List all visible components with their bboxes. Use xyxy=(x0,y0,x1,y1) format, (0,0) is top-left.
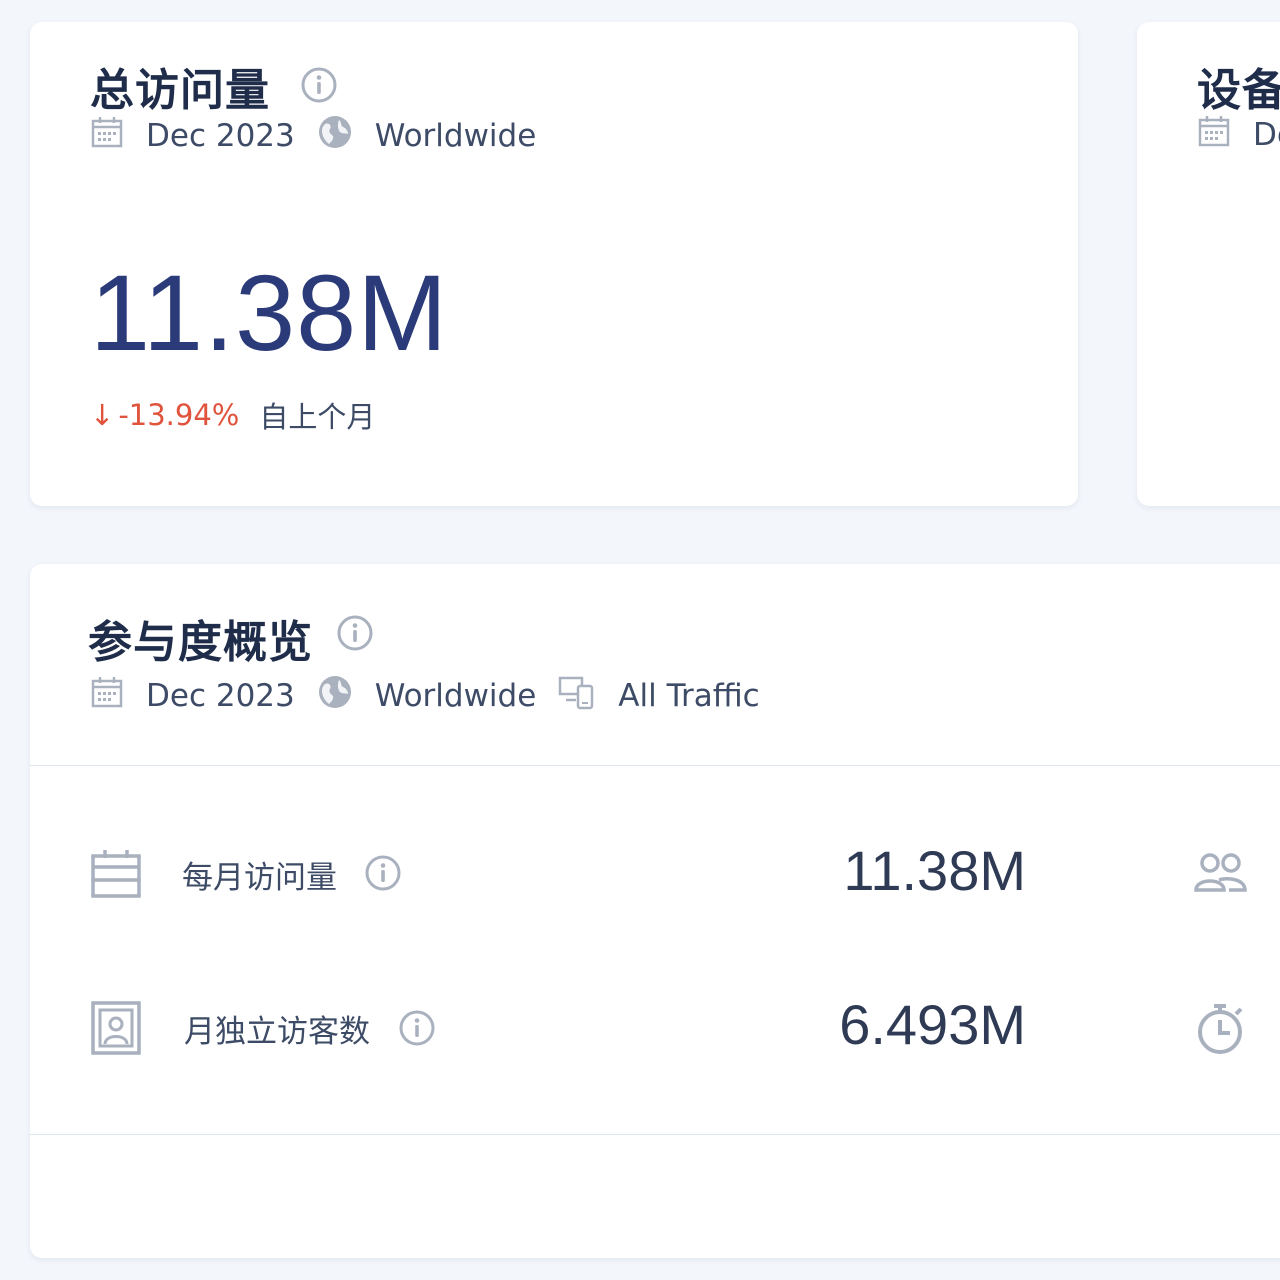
globe-icon xyxy=(317,674,353,718)
total-visits-card: 总访问量 Dec 2023 Worldwide 11.38M ↓ -13.94%… xyxy=(30,22,1078,506)
info-icon[interactable] xyxy=(398,1009,436,1051)
change-indicator: ↓ -13.94% 自上个月 xyxy=(90,394,375,436)
change-caption: 自上个月 xyxy=(259,400,376,434)
total-visits-value: 11.38M xyxy=(90,252,449,373)
info-icon[interactable] xyxy=(364,854,402,896)
region-label: Worldwide xyxy=(374,118,537,154)
info-icon[interactable] xyxy=(300,66,338,108)
date-label: Dec 2023 xyxy=(146,118,295,154)
monthly-visits-value: 11.38M xyxy=(843,839,1026,902)
monthly-visits-label: 每月访问量 xyxy=(182,860,337,896)
devices-icon xyxy=(558,674,596,718)
region-label: Worldwide xyxy=(374,678,537,714)
globe-icon xyxy=(317,114,353,158)
card-meta: Dec 2023 Worldwide All Traffic xyxy=(90,674,782,718)
engagement-overview-card: 参与度概览 Dec 2023 Worldwide All Traffic 每月访… xyxy=(30,564,1280,1258)
date-label: Dec 2023 xyxy=(146,678,295,714)
unique-visitors-label: 月独立访客数 xyxy=(184,1014,370,1050)
device-card: 设备 De xyxy=(1137,22,1280,506)
calendar-icon xyxy=(90,848,142,904)
card-title: 设备 xyxy=(1197,65,1280,116)
users-icon xyxy=(1193,852,1249,900)
unique-visitors-value: 6.493M xyxy=(839,993,1026,1056)
card-title: 总访问量 xyxy=(90,65,270,116)
stopwatch-icon xyxy=(1194,1002,1248,1060)
traffic-label: All Traffic xyxy=(618,678,760,714)
divider xyxy=(30,765,1280,766)
change-percent: -13.94% xyxy=(118,398,240,432)
divider xyxy=(30,1134,1280,1135)
card-meta: Dec 2023 Worldwide xyxy=(90,114,558,158)
info-icon[interactable] xyxy=(336,614,374,656)
calendar-icon xyxy=(1197,114,1231,156)
card-title: 参与度概览 xyxy=(88,617,313,668)
date-label: De xyxy=(1253,117,1280,153)
card-meta: De xyxy=(1197,114,1280,156)
visitor-card-icon xyxy=(90,1000,142,1060)
calendar-icon xyxy=(90,115,124,157)
calendar-icon xyxy=(90,675,124,717)
down-arrow-icon: ↓ xyxy=(90,398,115,432)
